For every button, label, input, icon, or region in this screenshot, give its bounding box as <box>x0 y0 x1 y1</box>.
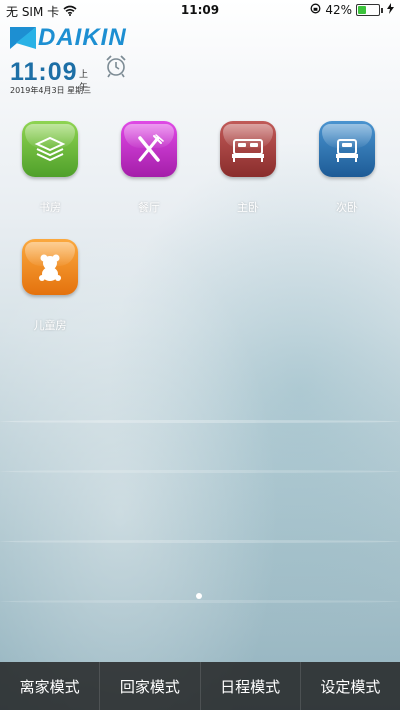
room-label: 书房 <box>39 201 61 214</box>
double-bed-icon <box>220 121 276 177</box>
status-right: 42% <box>310 3 394 17</box>
clock-date: 2019年4月3日 星期三 <box>10 86 92 95</box>
alarm-clock-icon[interactable] <box>104 54 128 82</box>
fork-knife-icon <box>121 121 177 177</box>
room-master-bedroom[interactable]: 主卧 <box>208 121 288 215</box>
ripple <box>0 540 400 543</box>
clock-time: 11:09 <box>10 58 78 86</box>
room-study[interactable]: 书房 <box>10 121 90 215</box>
rotation-lock-icon <box>310 3 321 17</box>
schedule-mode-button[interactable]: 日程模式 <box>201 662 301 710</box>
teddy-bear-icon <box>22 239 78 295</box>
mode-bar: 离家模式 回家模式 日程模式 设定模式 <box>0 662 400 710</box>
room-label: 次卧 <box>336 201 358 214</box>
room-label: 儿童房 <box>33 319 67 332</box>
single-bed-icon <box>319 121 375 177</box>
clock-widget: 11:09 上午 <box>10 58 88 93</box>
room-label: 主卧 <box>237 201 259 214</box>
battery-icon <box>356 4 380 16</box>
status-bar: 无 SIM 卡 11:09 42% <box>0 0 400 20</box>
charging-icon <box>387 3 394 17</box>
battery-percent: 42% <box>325 3 352 17</box>
ripple <box>0 600 400 603</box>
daikin-mark-icon <box>10 25 36 51</box>
books-icon <box>22 121 78 177</box>
battery-level <box>358 6 367 14</box>
away-mode-button[interactable]: 离家模式 <box>0 662 101 710</box>
ripple <box>0 470 400 473</box>
brand-name: DAIKIN <box>38 24 127 51</box>
page-indicator-dot[interactable] <box>196 593 202 599</box>
room-label: 餐厅 <box>138 201 160 214</box>
settings-mode-button[interactable]: 设定模式 <box>301 662 400 710</box>
room-kids[interactable]: 儿童房 <box>10 239 90 333</box>
room-second-bedroom[interactable]: 次卧 <box>307 121 387 215</box>
room-dining[interactable]: 餐厅 <box>109 121 189 215</box>
battery-tip <box>381 7 383 13</box>
home-mode-button[interactable]: 回家模式 <box>100 662 201 710</box>
ripple <box>0 420 400 423</box>
daikin-logo: DAIKIN <box>10 24 127 52</box>
